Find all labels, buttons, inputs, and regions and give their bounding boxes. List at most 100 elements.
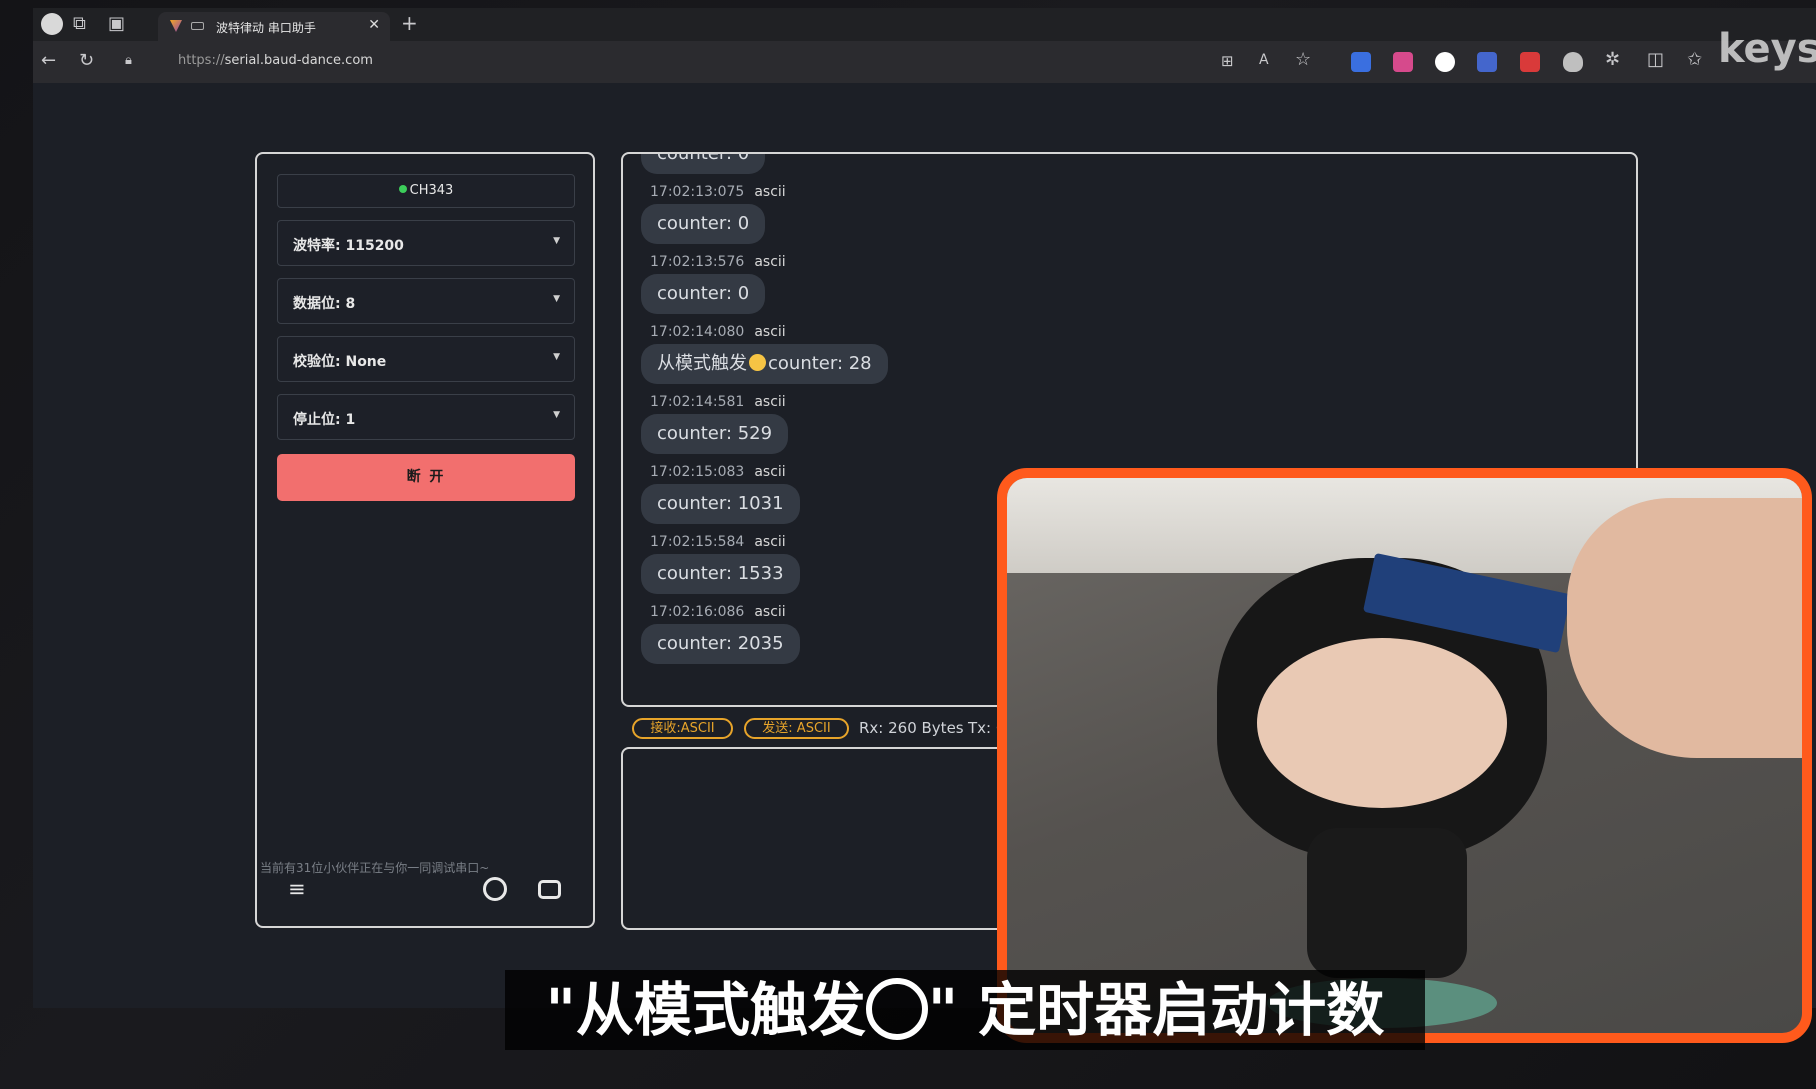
- message-text: counter: 0: [657, 283, 750, 304]
- stopbits-select[interactable]: 停止位: 1 ▼: [277, 394, 575, 440]
- octocat-body-image: [1307, 828, 1467, 978]
- device-selector[interactable]: CH343: [277, 174, 575, 208]
- message-bubble: counter: 529: [641, 414, 789, 454]
- message-meta: 17:02:13:075 ascii: [650, 184, 786, 200]
- connected-dot-icon: [398, 185, 407, 193]
- message-encoding: ascii: [754, 394, 786, 410]
- url-host: serial.baud-dance.com: [224, 53, 373, 68]
- tab-icon[interactable]: ▣: [108, 14, 125, 34]
- url-scheme: https://: [178, 53, 225, 68]
- favorites-list-icon[interactable]: ✩: [1687, 50, 1702, 70]
- back-icon[interactable]: ←: [41, 51, 56, 71]
- message-bubble: counter: 1533: [641, 554, 800, 594]
- message-bubble: counter: 0: [641, 204, 766, 244]
- disconnect-button[interactable]: 断 开: [277, 454, 575, 501]
- bilibili-icon[interactable]: [538, 880, 561, 899]
- extensions-puzzle-icon[interactable]: ✲: [1605, 50, 1620, 70]
- message-bubble: 从模式触发 counter: 28: [641, 344, 888, 384]
- message-time: 17:02:13:576: [650, 254, 745, 270]
- online-count-note: 当前有31位小伙伴正在与你一同调试串口~: [260, 861, 490, 875]
- extension-guard-icon[interactable]: [1563, 52, 1583, 72]
- message-time: 17:02:13:075: [650, 184, 745, 200]
- databits-select[interactable]: 数据位: 8 ▼: [277, 278, 575, 324]
- hand-image: [1567, 498, 1802, 758]
- stopbits-value: 停止位: 1: [293, 412, 356, 428]
- message-encoding: ascii: [754, 184, 786, 200]
- close-tab-icon[interactable]: ✕: [368, 17, 380, 33]
- message-time: 17:02:14:080: [650, 324, 745, 340]
- rx-count: Rx: 260 Bytes: [859, 719, 964, 737]
- message-time: 17:02:15:083: [650, 464, 745, 480]
- chevron-down-icon: ▼: [553, 410, 560, 420]
- chevron-down-icon: ▼: [553, 236, 560, 246]
- device-name: CH343: [409, 183, 454, 198]
- message-encoding: ascii: [754, 464, 786, 480]
- message-encoding: ascii: [754, 604, 786, 620]
- watermark: keysk: [1718, 26, 1816, 72]
- message-meta: 17:02:14:581 ascii: [650, 394, 786, 410]
- message-bubble: counter: 0: [641, 274, 766, 314]
- message-bubble: counter: 1031: [641, 484, 800, 524]
- extension-translate-icon[interactable]: [1393, 52, 1413, 72]
- grin-emoji-icon: [749, 354, 766, 371]
- message-encoding: ascii: [754, 534, 786, 550]
- parity-value: 校验位: None: [293, 354, 387, 370]
- message-time: 17:02:16:086: [650, 604, 745, 620]
- github-icon[interactable]: [483, 877, 507, 901]
- message-bubble: counter: 2035: [641, 624, 800, 664]
- site-favicon-icon: [170, 20, 182, 32]
- message-text: counter: 2035: [657, 633, 784, 654]
- message-meta: 17:02:15:083 ascii: [650, 464, 786, 480]
- tab-serial[interactable]: 波特律动 串口助手 ✕: [158, 12, 390, 41]
- extension-stats-icon[interactable]: [1477, 52, 1497, 72]
- chevron-down-icon: ▼: [553, 352, 560, 362]
- video-subtitle: "从模式触发 " 定时器启动计数: [505, 970, 1425, 1050]
- message-time: 17:02:14:581: [650, 394, 745, 410]
- parity-select[interactable]: 校验位: None ▼: [277, 336, 575, 382]
- message-bubble: counter: 0: [641, 152, 766, 174]
- extension-shield-icon[interactable]: [1351, 52, 1371, 72]
- message-text: counter: 529: [657, 423, 773, 444]
- app-grid-icon[interactable]: ⊞: [1221, 51, 1234, 71]
- baud-value: 波特率: 115200: [293, 238, 404, 254]
- message-time: 17:02:15:584: [650, 534, 745, 550]
- message-text: counter: 0: [657, 152, 750, 164]
- profile-icon[interactable]: [41, 13, 63, 35]
- message-encoding: ascii: [754, 324, 786, 340]
- subtitle-pre: "从模式触发: [545, 976, 866, 1044]
- menu-icon[interactable]: ≡: [288, 877, 306, 901]
- camera-overlay: [997, 468, 1812, 1043]
- refresh-icon[interactable]: ↻: [79, 51, 94, 71]
- split-screen-icon[interactable]: ◫: [1647, 50, 1664, 70]
- databits-value: 数据位: 8: [293, 296, 356, 312]
- extension-r-icon[interactable]: [1435, 52, 1455, 72]
- baud-select[interactable]: 波特率: 115200 ▼: [277, 220, 575, 266]
- message-meta: 17:02:16:086 ascii: [650, 604, 786, 620]
- message-meta: 17:02:13:576 ascii: [650, 254, 786, 270]
- address-bar[interactable]: https://serial.baud-dance.com: [178, 53, 373, 68]
- collections-icon[interactable]: ⧉: [73, 14, 86, 34]
- message-text: counter: 0: [657, 213, 750, 234]
- grin-emoji-icon: [865, 978, 928, 1040]
- octocat-face-image: [1257, 638, 1507, 808]
- message-text: counter: 1031: [657, 493, 784, 514]
- message-text-post: counter: 28: [768, 353, 872, 374]
- message-text: counter: 1533: [657, 563, 784, 584]
- message-text-pre: 从模式触发: [657, 353, 747, 374]
- tx-mode-tag[interactable]: 发送: ASCII: [744, 718, 849, 739]
- new-tab-icon[interactable]: +: [401, 13, 418, 33]
- tab-title: 波特律动 串口助手: [216, 21, 316, 35]
- message-encoding: ascii: [754, 254, 786, 270]
- favorite-star-icon[interactable]: ☆: [1295, 50, 1311, 70]
- chevron-down-icon: ▼: [553, 294, 560, 304]
- message-meta: 17:02:14:080 ascii: [650, 324, 786, 340]
- read-aloud-icon[interactable]: A: [1259, 50, 1269, 70]
- audio-icon[interactable]: [191, 22, 204, 30]
- message-meta: 17:02:15:584 ascii: [650, 534, 786, 550]
- tab-bar: ⧉ ▣ 波特律动 串口助手 ✕ +: [33, 8, 1816, 41]
- rx-mode-tag[interactable]: 接收:ASCII: [632, 718, 733, 739]
- subtitle-post: " 定时器启动计数: [927, 976, 1385, 1044]
- extension-mail-icon[interactable]: [1520, 52, 1540, 72]
- screen: ⧉ ▣ 波特律动 串口助手 ✕ + ← ↻ 🔒︎ https://serial.…: [0, 0, 1816, 1089]
- connection-panel: CH343 波特率: 115200 ▼ 数据位: 8 ▼ 校验位: None ▼ 停止…: [255, 152, 595, 928]
